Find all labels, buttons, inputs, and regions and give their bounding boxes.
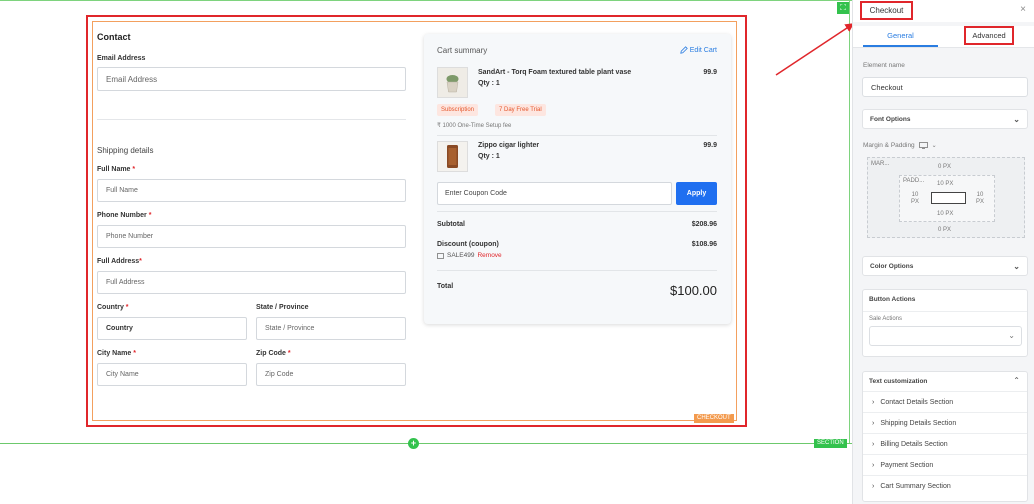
padding-right-value[interactable]: 10 PX	[976, 192, 984, 206]
content-box	[931, 192, 966, 204]
element-name-input[interactable]: Checkout	[862, 77, 1028, 97]
close-icon[interactable]: ×	[1020, 4, 1026, 15]
padding-top-value[interactable]: 10 PX	[937, 181, 953, 187]
desktop-icon[interactable]	[918, 142, 928, 149]
text-item-billing[interactable]: › Billing Details Section	[863, 433, 1027, 454]
button-actions-label: Button Actions	[869, 296, 916, 303]
button-actions-section: Button Actions Sale Actions ⌄	[862, 289, 1028, 357]
text-item-cart-summary[interactable]: › Cart Summary Section	[863, 475, 1027, 496]
margin-editor[interactable]: MAR... 0 PX 0 PX PADD... 10 PX 10 PX 10 PX…	[867, 157, 1025, 238]
chevron-right-icon: ›	[872, 398, 875, 406]
margin-bottom-value[interactable]: 0 PX	[938, 227, 951, 233]
chevron-right-icon: ›	[872, 440, 875, 448]
sale-actions-select[interactable]: ⌄	[869, 326, 1022, 346]
chevron-down-icon: ⌄	[1008, 331, 1015, 340]
panel-tabs: General Advanced	[853, 26, 1034, 48]
text-item-contact[interactable]: › Contact Details Section	[863, 391, 1027, 412]
padding-label: PADD...	[903, 178, 925, 184]
settings-panel: Checkout × General Advanced Element name…	[852, 0, 1034, 504]
chevron-right-icon: ›	[872, 419, 875, 427]
tab-advanced[interactable]: Advanced	[964, 26, 1014, 45]
panel-header: Checkout ×	[853, 0, 1034, 22]
element-name-label: Element name	[863, 62, 905, 69]
font-options-label: Font Options	[870, 115, 911, 123]
margin-top-value[interactable]: 0 PX	[938, 164, 951, 170]
padding-editor[interactable]: PADD... 10 PX 10 PX 10 PX 10 PX	[899, 175, 995, 222]
text-item-payment[interactable]: › Payment Section	[863, 454, 1027, 475]
chevron-up-icon[interactable]: ⌃	[1013, 376, 1020, 385]
text-item-shipping[interactable]: › Shipping Details Section	[863, 412, 1027, 433]
padding-bottom-value[interactable]: 10 PX	[937, 211, 953, 217]
chevron-down-icon: ⌄	[1013, 115, 1020, 124]
section-divider	[863, 311, 1027, 312]
margin-padding-label: Margin & Padding ⌄	[863, 142, 937, 149]
tab-general[interactable]: General	[863, 26, 938, 47]
text-customization-label: Text customization	[869, 378, 928, 385]
chevron-right-icon: ›	[872, 482, 875, 490]
chevron-down-icon[interactable]: ⌄	[932, 142, 937, 149]
font-options-accordion[interactable]: Font Options ⌄	[862, 109, 1028, 129]
color-options-label: Color Options	[870, 262, 914, 270]
annotation-arrow-to-panel	[775, 23, 855, 76]
sale-actions-label: Sale Actions	[869, 316, 903, 322]
margin-label: MAR...	[871, 161, 890, 167]
panel-title: Checkout	[860, 1, 913, 20]
text-customization-section: Text customization ⌃ › Contact Details Se…	[862, 371, 1028, 502]
color-options-accordion[interactable]: Color Options ⌄	[862, 256, 1028, 276]
chevron-right-icon: ›	[872, 461, 875, 469]
chevron-down-icon: ⌄	[1013, 262, 1020, 271]
padding-left-value[interactable]: 10 PX	[911, 192, 919, 206]
